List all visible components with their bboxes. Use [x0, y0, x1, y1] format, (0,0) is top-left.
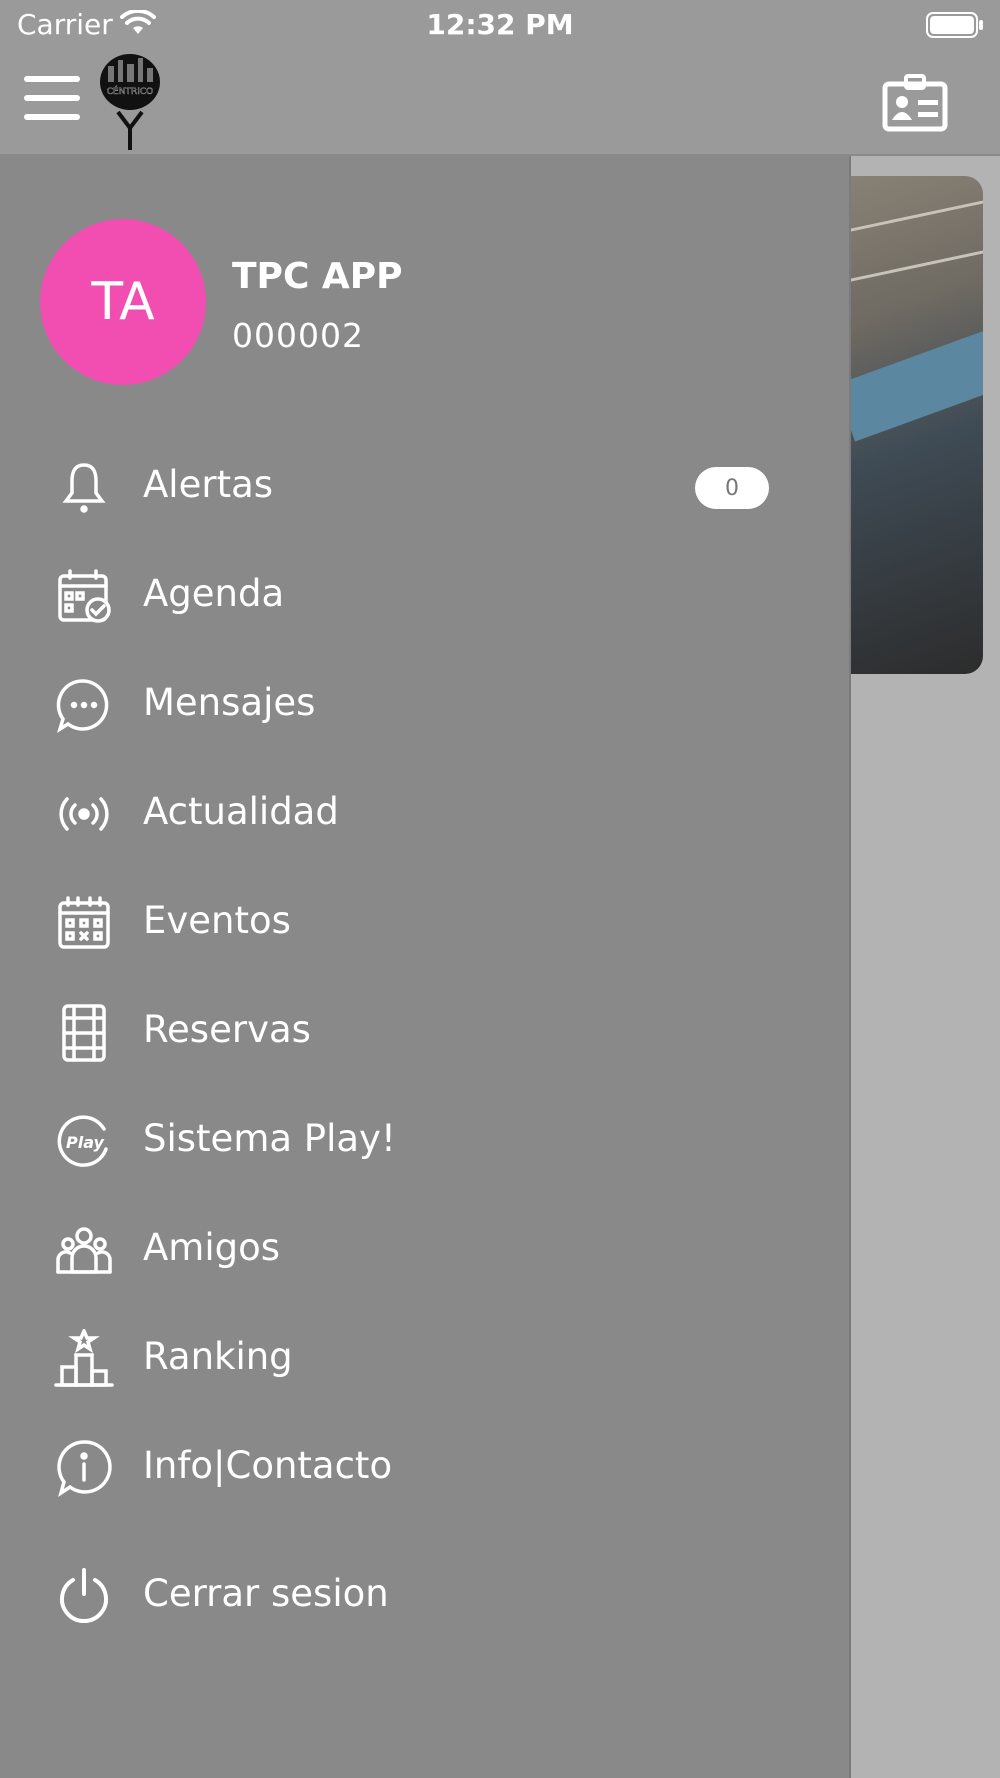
power-icon	[54, 1566, 114, 1626]
play-icon: Play	[54, 1111, 114, 1171]
menu-label-info-contacto: Info|Contacto	[143, 1444, 393, 1487]
broadcast-icon	[54, 784, 114, 844]
calendar-check-icon	[54, 566, 114, 626]
menu-label-amigos: Amigos	[143, 1226, 281, 1269]
clock: 12:32 PM	[426, 8, 574, 41]
menu-item-mensajes[interactable]: Mensajes	[0, 665, 849, 745]
menu-item-eventos[interactable]: Eventos	[0, 883, 849, 963]
bell-icon	[54, 457, 114, 517]
alerts-count-badge: 0	[695, 467, 769, 509]
menu-item-ranking[interactable]: Ranking	[0, 1319, 849, 1399]
svg-text:Play: Play	[66, 1133, 105, 1152]
calendar-grid-icon	[54, 893, 114, 953]
app-header: CÉNTRICO PÁDEL	[0, 50, 1000, 156]
menu-label-sistema-play: Sistema Play!	[143, 1117, 396, 1160]
menu-item-info-contacto[interactable]: Info|Contacto	[0, 1428, 849, 1508]
menu-item-actualidad[interactable]: Actualidad	[0, 774, 849, 854]
menu-label-actualidad: Actualidad	[143, 790, 339, 833]
chat-icon	[54, 675, 114, 735]
friends-icon	[54, 1220, 114, 1280]
menu-item-agenda[interactable]: Agenda	[0, 556, 849, 636]
user-name: TPC APP	[232, 256, 403, 297]
avatar[interactable]: TA	[40, 219, 206, 385]
status-bar: Carrier 12:32 PM	[0, 0, 1000, 50]
info-icon	[54, 1438, 114, 1498]
svg-text:PÁDEL: PÁDEL	[117, 95, 143, 106]
menu-label-mensajes: Mensajes	[143, 681, 316, 724]
menu-item-sistema-play[interactable]: Play Sistema Play!	[0, 1101, 849, 1181]
court-icon	[54, 1002, 114, 1062]
user-code: 000002	[232, 316, 364, 355]
menu-label-eventos: Eventos	[143, 899, 291, 942]
side-drawer: TA TPC APP 000002 Alertas 0 Agenda Mensa…	[0, 156, 851, 1778]
menu-item-amigos[interactable]: Amigos	[0, 1210, 849, 1290]
podium-icon	[54, 1329, 114, 1389]
menu-label-ranking: Ranking	[143, 1335, 293, 1378]
menu-item-reservas[interactable]: Reservas	[0, 992, 849, 1072]
menu-label-agenda: Agenda	[143, 572, 285, 615]
hamburger-menu-button[interactable]	[24, 76, 82, 120]
menu-label-alertas: Alertas	[143, 463, 274, 506]
centrico-padel-logo: CÉNTRICO PÁDEL	[92, 52, 172, 152]
svg-text:CÉNTRICO: CÉNTRICO	[107, 85, 153, 97]
battery-icon	[926, 12, 984, 38]
menu-label-reservas: Reservas	[143, 1008, 311, 1051]
menu-item-cerrar-sesion[interactable]: Cerrar sesion	[0, 1556, 849, 1636]
menu-label-cerrar-sesion: Cerrar sesion	[143, 1572, 389, 1615]
id-card-button[interactable]	[882, 74, 948, 132]
